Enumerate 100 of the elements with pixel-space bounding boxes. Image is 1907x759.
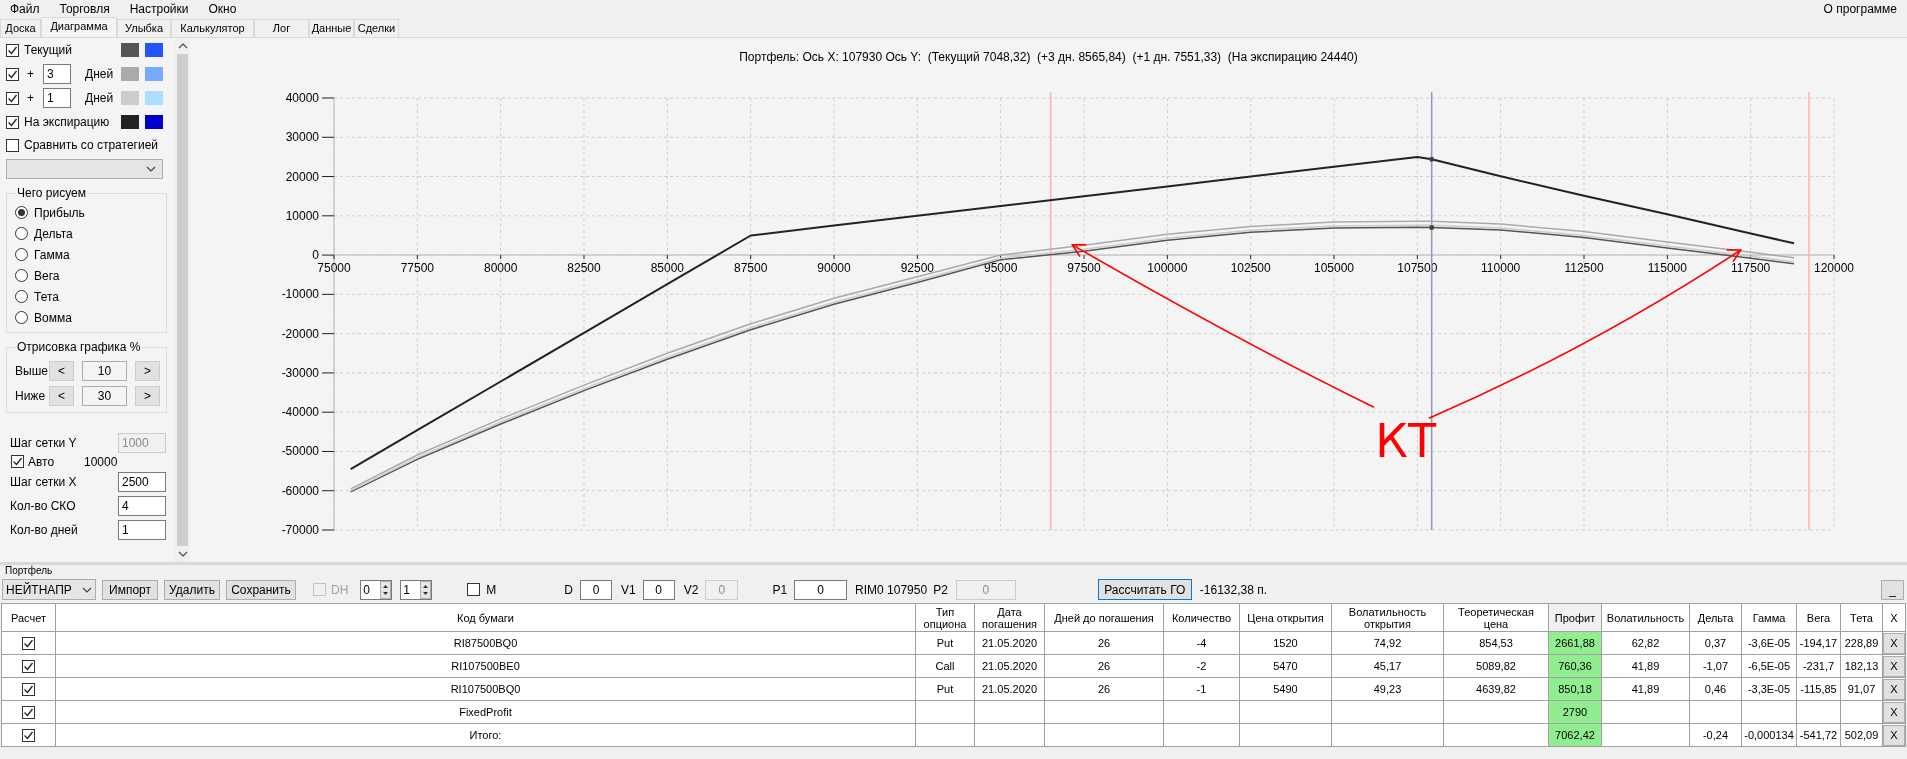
column-header[interactable]: Расчет [1,603,56,632]
table-cell: 1520 [1239,631,1332,655]
column-header[interactable]: Количество [1163,603,1240,632]
table-cell: -3,6E-05 [1741,631,1797,655]
field-label: Шаг сетки X [10,474,78,491]
checkbox[interactable] [467,583,481,596]
axis-label: 92500 [900,261,934,276]
radio-button[interactable] [15,269,28,282]
checkbox[interactable] [22,729,35,743]
table-cell: 45,17 [1331,654,1444,678]
remove-button[interactable]: X [1883,655,1905,677]
color-swatch[interactable] [121,67,139,81]
input-field[interactable]: 0 [794,579,848,600]
color-swatch[interactable] [145,67,163,81]
remove-button[interactable]: X [1883,724,1905,746]
radio-button[interactable] [15,311,28,324]
checkbox[interactable] [6,91,19,105]
table-cell: RI87500BQ0 [55,631,916,655]
input-field[interactable]: 2500 [118,472,166,492]
remove-button[interactable]: X [1883,701,1905,723]
checkbox[interactable] [22,706,35,720]
days-field[interactable]: 1 [43,88,71,108]
increase-button[interactable]: > [135,360,160,381]
input-field[interactable]: 0 [580,579,612,600]
tab[interactable]: Доска [0,19,41,37]
column-header[interactable]: Дата погашения [974,603,1045,632]
menu-item[interactable]: Торговля [49,0,120,18]
chevron-icon[interactable] [146,166,156,172]
strategy-dropdown[interactable]: НЕЙТНАПР [2,579,96,600]
input-field[interactable]: 0 [642,579,675,600]
checkbox[interactable] [6,43,19,57]
radio-button[interactable] [15,206,28,219]
tab[interactable]: Лог [254,19,309,37]
chevron-icon[interactable] [82,586,92,593]
checkbox[interactable] [6,67,19,81]
color-swatch[interactable] [121,43,139,57]
menu-item[interactable]: Окно [198,0,247,18]
calculate-button[interactable]: Рассчитать ГО [1097,579,1192,600]
decrease-button[interactable]: < [49,360,74,381]
checkbox[interactable] [11,455,24,468]
column-header[interactable]: Профит [1548,603,1602,632]
tab[interactable]: Сделки [354,19,399,37]
input-field[interactable]: 30 [82,385,127,406]
table-cell: -194,17 [1796,631,1841,655]
column-header[interactable]: Дней до погашения [1044,603,1164,632]
input-field[interactable]: 1 [118,520,166,540]
radio-button[interactable] [15,248,28,261]
tab[interactable]: Диаграмма [41,17,117,37]
spin-box[interactable]: 0 [360,579,393,600]
color-swatch[interactable] [145,91,163,105]
tab[interactable]: Улыбка [117,19,171,37]
scrollbar-thumb[interactable] [177,54,188,546]
minimize-button[interactable]: _ [1881,579,1904,600]
spinner-arrows-icon[interactable] [380,580,392,599]
column-header[interactable]: Гамма [1741,603,1797,632]
column-header[interactable]: Волатильность открытия [1331,603,1444,632]
column-header[interactable]: Цена открытия [1239,603,1332,632]
axis-label: 40000 [285,91,319,105]
color-swatch[interactable] [145,115,163,129]
column-header[interactable]: Код бумаги [55,603,916,632]
days-field[interactable]: 3 [43,64,71,84]
increase-button[interactable]: > [135,385,160,406]
axis-label: 87500 [734,261,768,276]
column-header[interactable]: Дельта [1689,603,1742,632]
menu-item[interactable]: О программе [1823,0,1907,18]
table-cell: 0,37 [1689,631,1742,655]
column-header[interactable]: Тета [1840,603,1883,632]
column-header[interactable]: Волатильность [1601,603,1690,632]
menu-item[interactable]: Файл [0,0,50,18]
color-swatch[interactable] [145,43,163,57]
scroll-down-icon[interactable] [177,551,188,557]
input-field[interactable]: 10 [82,360,127,381]
column-header[interactable]: Вега [1796,603,1841,632]
radio-button[interactable] [15,227,28,240]
radio-button[interactable] [15,290,28,303]
spin-box[interactable]: 1 [400,579,433,600]
color-swatch[interactable] [121,115,139,129]
tab[interactable]: Калькулятор [171,19,254,37]
toolbar-button[interactable]: Импорт [102,579,158,600]
column-header[interactable]: Теоретическая цена [1443,603,1549,632]
menu-item[interactable]: Настройки [119,0,199,18]
checkbox[interactable] [6,138,19,152]
toolbar-button[interactable]: Удалить [164,579,220,600]
decrease-button[interactable]: < [49,385,74,406]
scroll-up-icon[interactable] [177,43,188,49]
input-field[interactable]: 4 [118,496,166,516]
tab[interactable]: Данные [309,19,354,37]
checkbox[interactable] [22,683,35,697]
toolbar-button[interactable]: Сохранить [226,579,296,600]
column-header[interactable]: Тип опциона [915,603,975,632]
checkbox[interactable] [6,115,19,129]
column-header[interactable]: X [1882,603,1906,632]
instrument-label: RIM0 107950 [855,581,928,599]
color-swatch[interactable] [121,91,139,105]
remove-button[interactable]: X [1883,678,1905,700]
checkbox[interactable] [22,637,35,651]
axis-label: 82500 [567,261,601,276]
spinner-arrows-icon[interactable] [420,580,432,599]
checkbox[interactable] [22,660,35,674]
remove-button[interactable]: X [1883,632,1905,654]
